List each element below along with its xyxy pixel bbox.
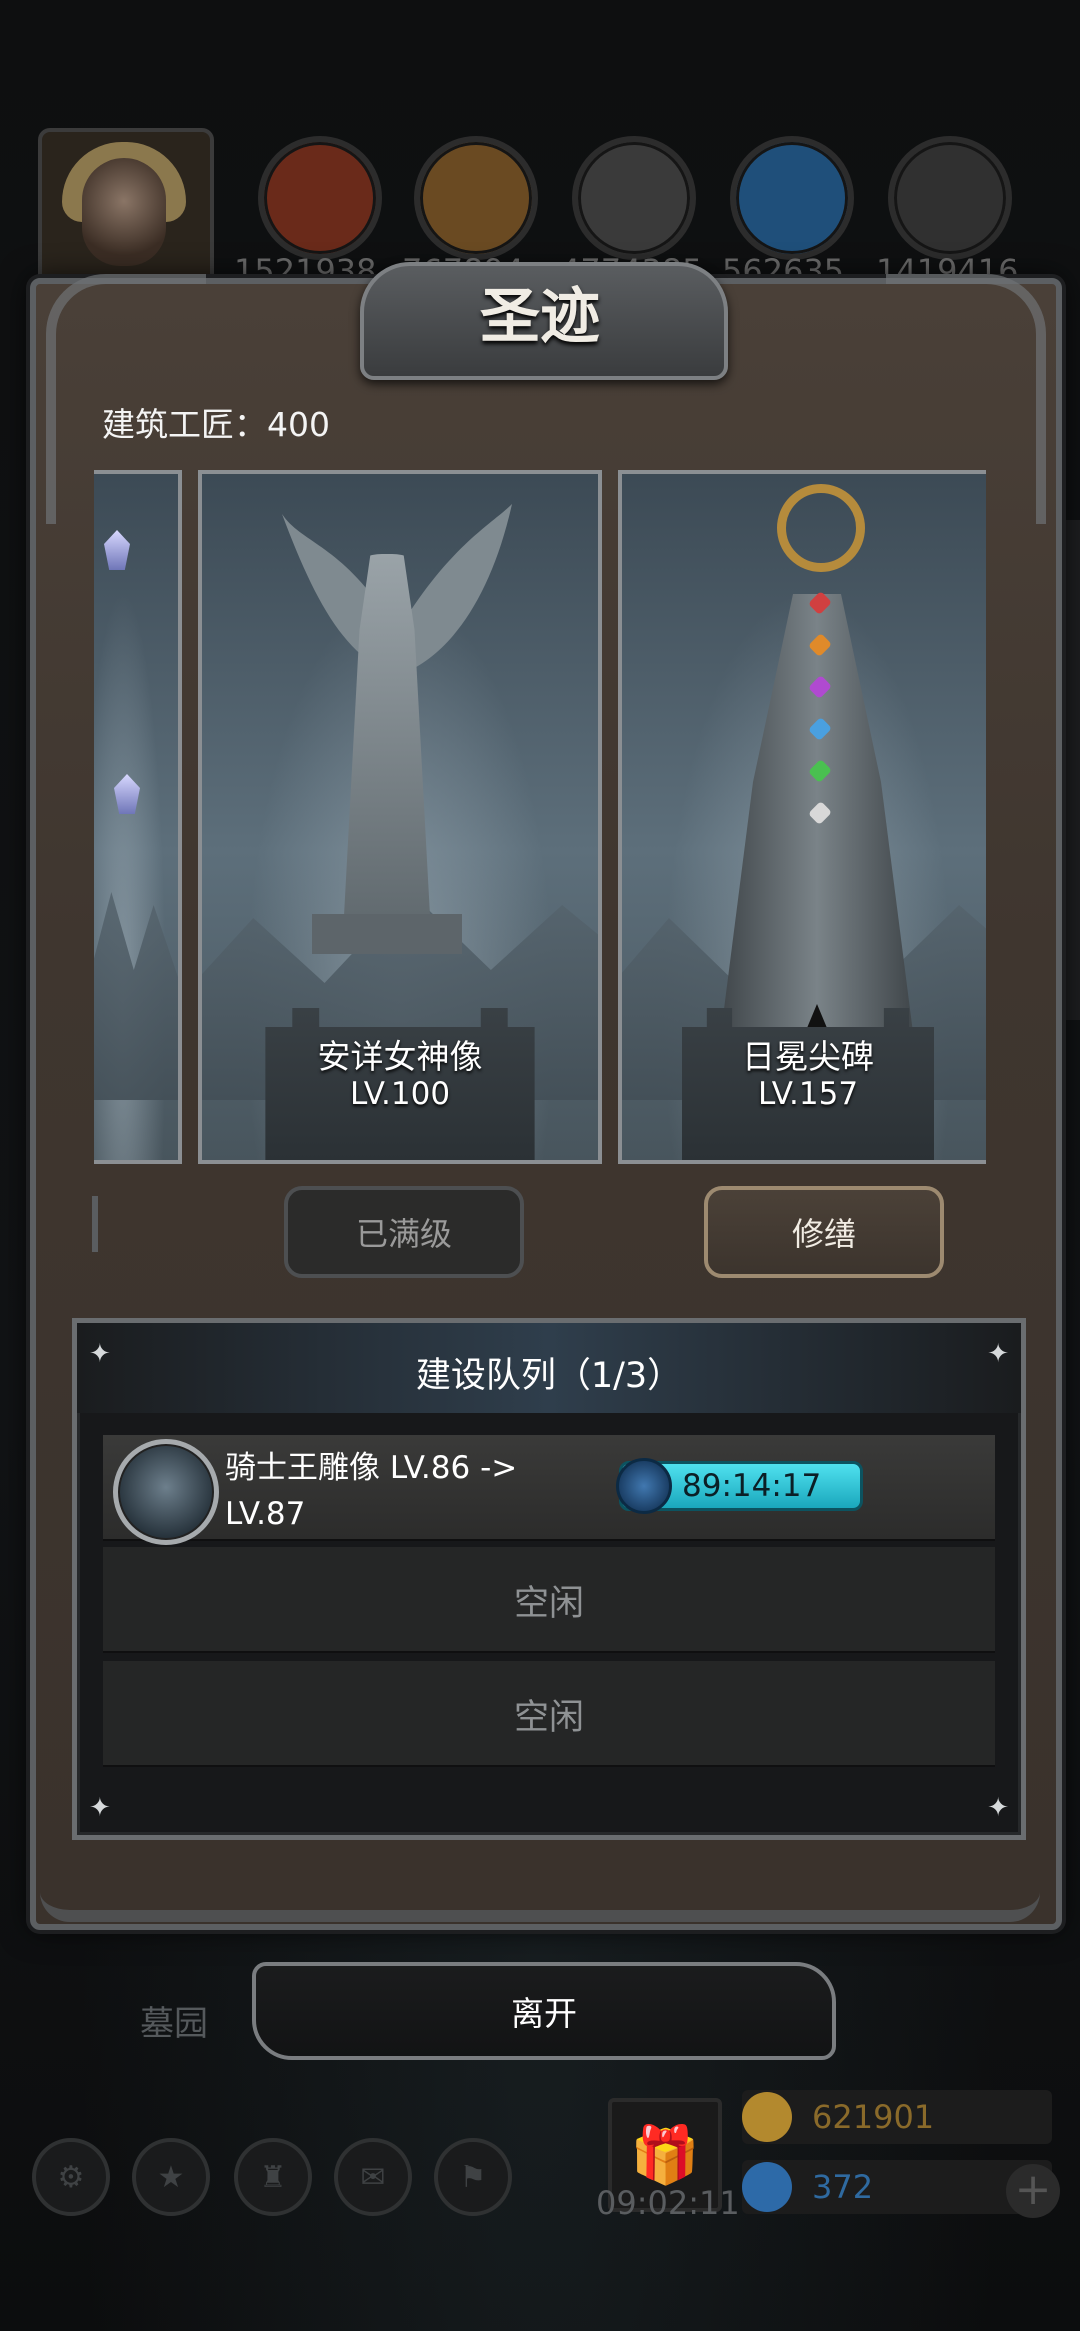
queue-slot-idle[interactable]: 空闲: [103, 1547, 995, 1653]
settings-icon[interactable]: ⚙: [32, 2138, 110, 2216]
leave-button[interactable]: 离开: [252, 1962, 836, 2060]
dialog-title: 圣迹: [480, 282, 600, 352]
queue-slot-text: 骑士王雕像 LV.86 -> LV.87: [225, 1450, 518, 1532]
corner-star-icon: ✦: [987, 1793, 1009, 1823]
handshake-icon[interactable]: ⚑: [434, 2138, 512, 2216]
side-tabs[interactable]: [1060, 520, 1080, 1020]
building-name: 安详女神像: [317, 1037, 483, 1076]
craftsmen-count: 建筑工匠：400: [102, 405, 330, 444]
iron-icon[interactable]: [888, 136, 1012, 260]
star-icon[interactable]: ★: [132, 2138, 210, 2216]
building-card-goddess[interactable]: 安详女神像 LV.100: [198, 470, 602, 1164]
timer-text: 89:14:17: [682, 1468, 822, 1504]
mail-icon[interactable]: ✉: [334, 2138, 412, 2216]
queue-slot-busy[interactable]: 骑士王雕像 LV.86 -> LV.87 89:14:17: [103, 1435, 995, 1545]
queue-title: 建设队列（1/3）: [415, 1356, 683, 1396]
crest-icon[interactable]: ♜: [234, 2138, 312, 2216]
ore-icon[interactable]: [258, 136, 382, 260]
frame-ornament-bottom: [40, 1840, 1040, 1922]
graveyard-label[interactable]: 墓园: [140, 1996, 208, 2045]
gift-timer: 09:02:11: [596, 2184, 740, 2222]
build-timer[interactable]: 89:14:17: [616, 1458, 863, 1514]
corner-star-icon: ✦: [987, 1339, 1009, 1369]
stone-icon[interactable]: [572, 136, 696, 260]
avatar-face: [82, 158, 166, 266]
sun-ring-icon: [777, 484, 865, 572]
gold-display: 621901: [742, 2090, 1052, 2144]
corner-star-icon: ✦: [89, 1793, 111, 1823]
repair-button[interactable]: 修缮: [704, 1186, 944, 1278]
wood-icon[interactable]: [414, 136, 538, 260]
building-level: LV.157: [757, 1076, 859, 1112]
clock-icon: [616, 1458, 672, 1514]
gold-coin-icon: [742, 2092, 792, 2142]
gem-value: 372: [812, 2168, 874, 2206]
building-card-obelisk[interactable]: 日冕尖碑 LV.157: [618, 470, 986, 1164]
gold-value: 621901: [812, 2098, 935, 2136]
idle-label: 空闲: [513, 1584, 584, 1624]
player-avatar[interactable]: [38, 128, 214, 288]
queue-slot-idle[interactable]: 空闲: [103, 1661, 995, 1767]
building-name: 日冕尖碑: [742, 1037, 874, 1076]
building-carousel[interactable]: 安详女神像 LV.100 日冕尖碑 LV.157: [94, 464, 986, 1164]
building-level: LV.100: [349, 1076, 451, 1112]
queue-header: 建设队列（1/3）: [77, 1323, 1021, 1413]
corner-star-icon: ✦: [89, 1339, 111, 1369]
gem-icon: [742, 2162, 792, 2212]
building-card-partial[interactable]: [94, 470, 182, 1164]
knight-statue-icon: [113, 1439, 219, 1545]
max-level-button[interactable]: 已满级: [284, 1186, 524, 1278]
idle-label: 空闲: [513, 1698, 584, 1738]
crystal-icon[interactable]: [730, 136, 854, 260]
statue-pedestal: [312, 914, 462, 954]
add-currency-button[interactable]: +: [1006, 2164, 1060, 2218]
partial-card-button[interactable]: [92, 1196, 98, 1252]
build-queue: 建设队列（1/3） ✦ ✦ ✦ ✦ 骑士王雕像 LV.86 -> LV.87 8…: [72, 1318, 1026, 1840]
